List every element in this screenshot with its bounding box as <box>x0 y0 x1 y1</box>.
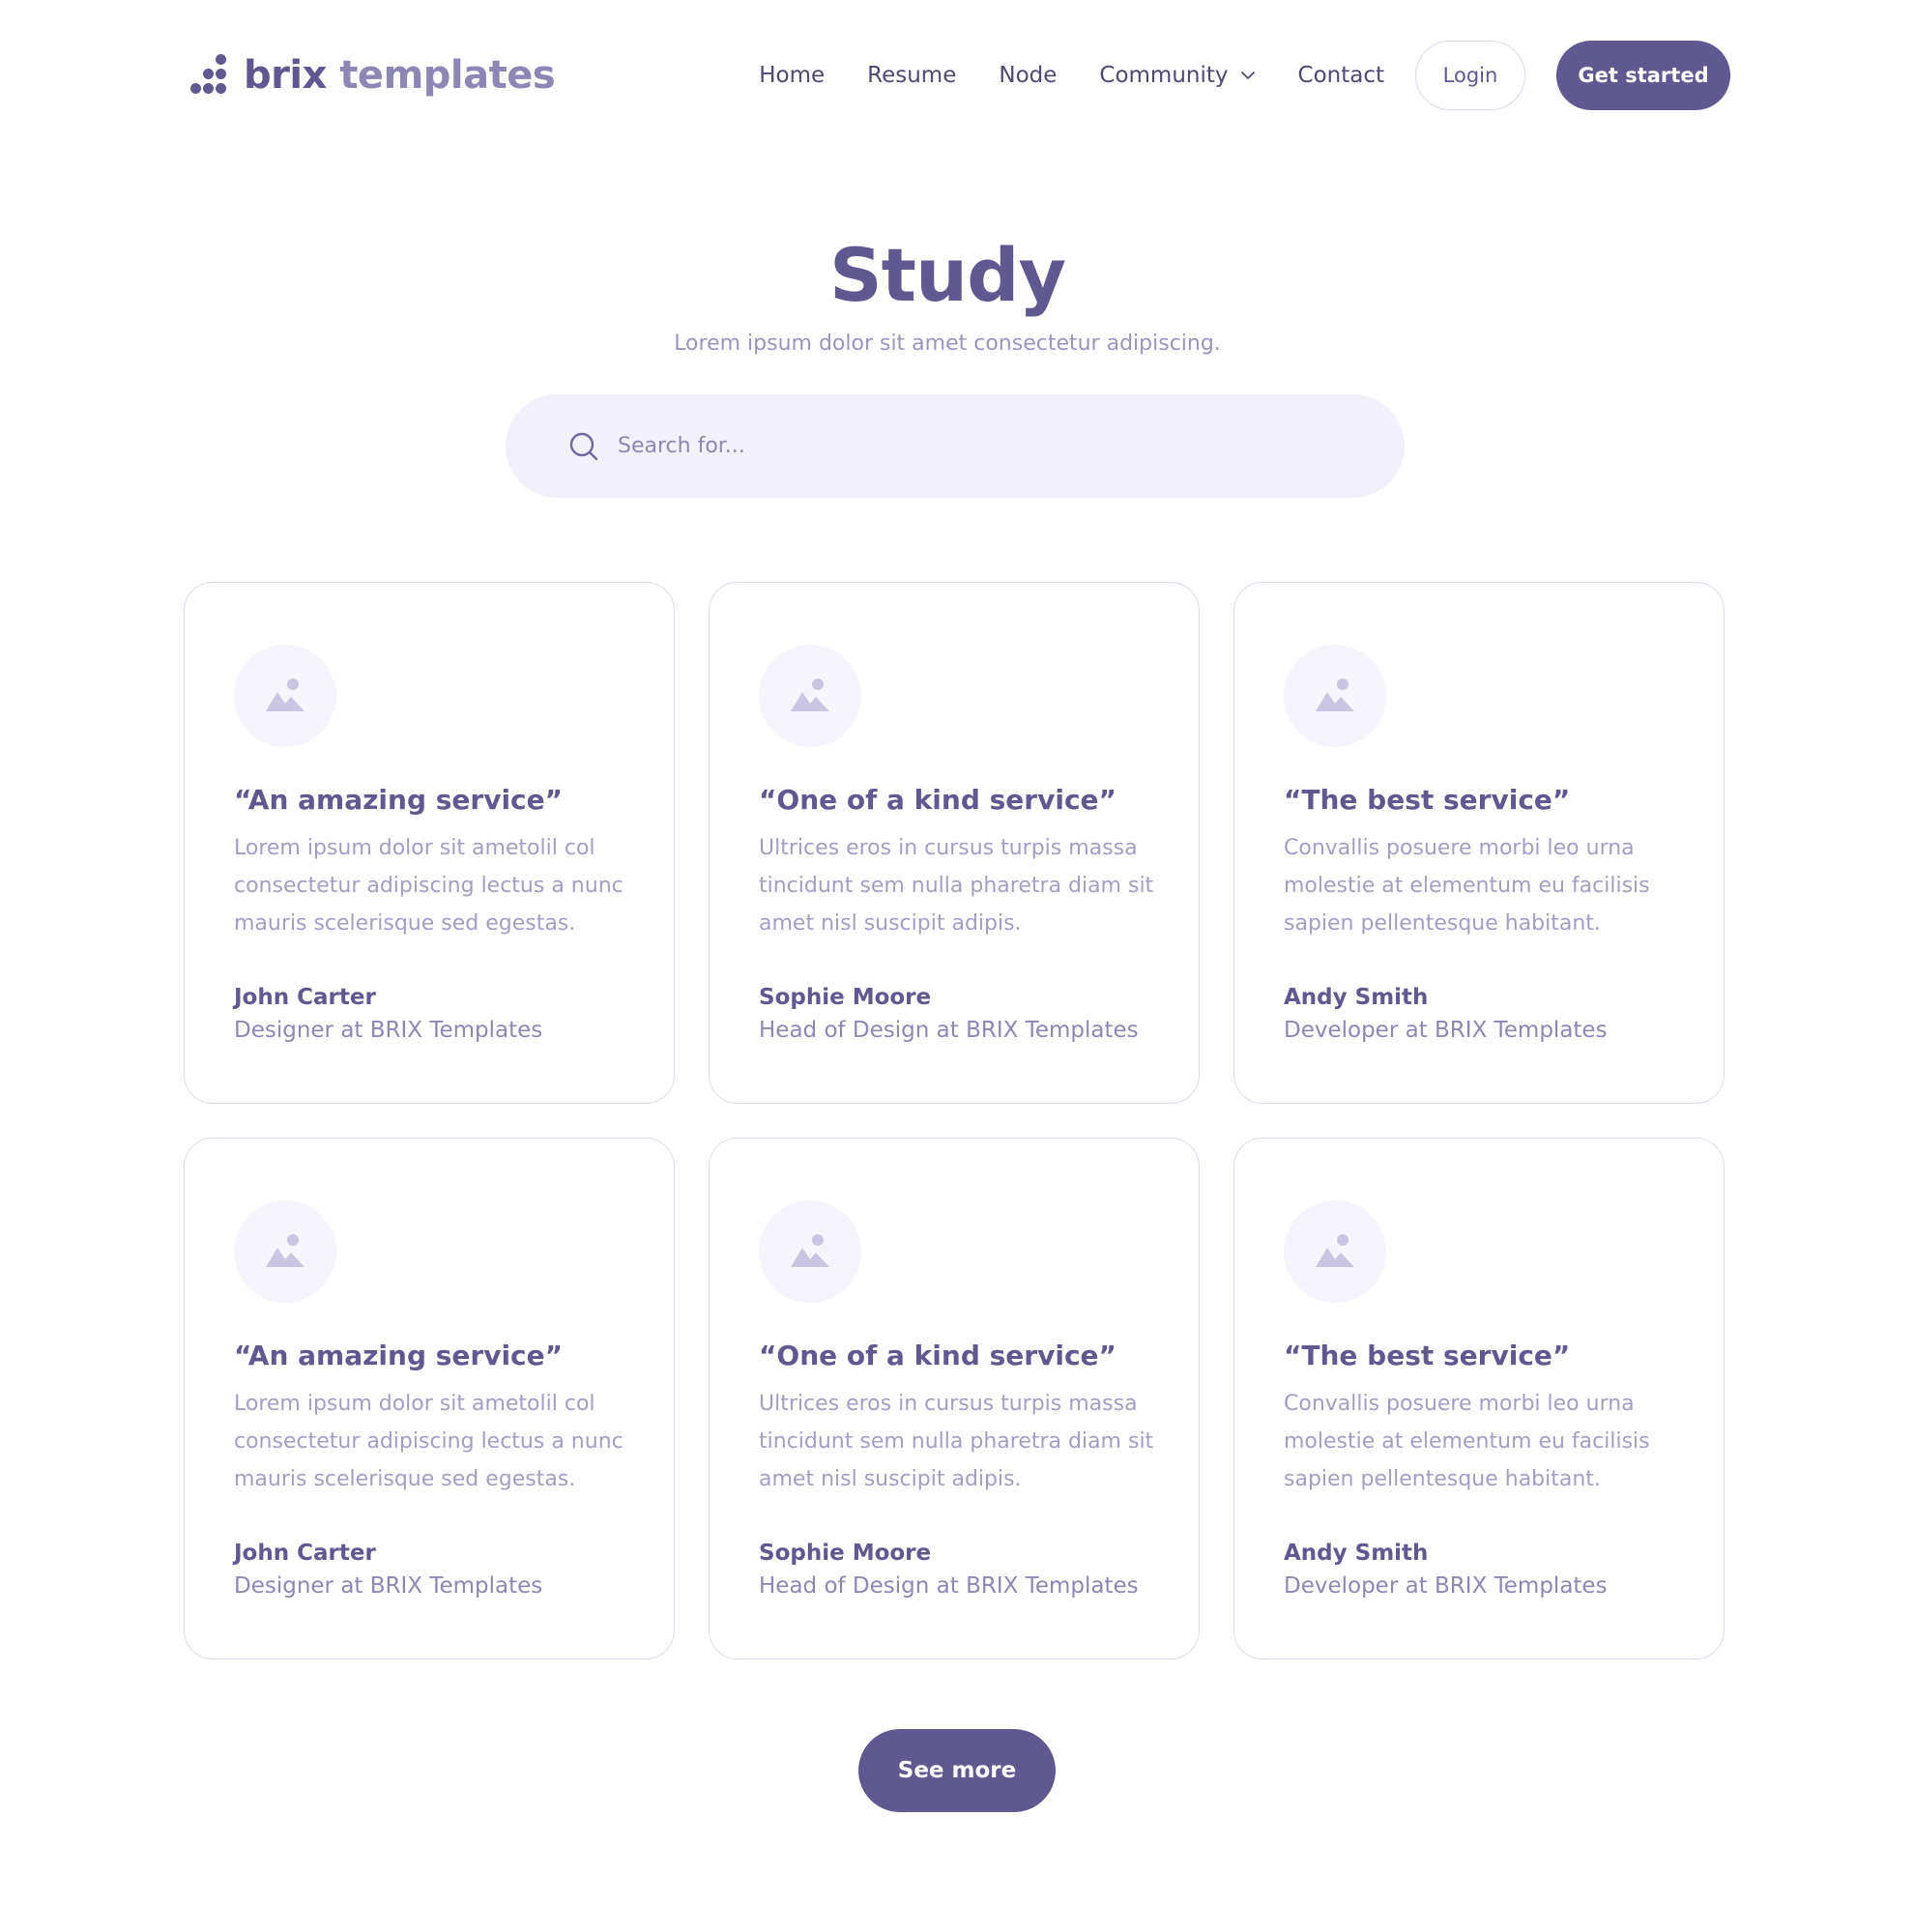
testimonial-card: “The best service” Convallis posuere mor… <box>1233 1138 1725 1659</box>
page: brix templates Home Resume Node Communit… <box>0 0 1914 1932</box>
card-title: “An amazing service” <box>234 784 564 816</box>
card-body: Convallis posuere morbi leo urna molesti… <box>1284 1392 1650 1491</box>
testimonial-card: “One of a kind service” Ultrices eros in… <box>709 582 1200 1104</box>
brand-logo[interactable]: brix templates <box>184 52 556 99</box>
testimonial-card: “An amazing service” Lorem ipsum dolor s… <box>184 1138 675 1659</box>
nav-community-dropdown[interactable]: Community <box>1099 63 1255 88</box>
site-header: brix templates Home Resume Node Communit… <box>184 41 1730 110</box>
nav-home-link[interactable]: Home <box>759 63 825 88</box>
card-title: “An amazing service” <box>234 1340 564 1371</box>
search-input[interactable] <box>618 434 1352 458</box>
author-role: Designer at BRIX Templates <box>234 1573 543 1599</box>
testimonial-card: “An amazing service” Lorem ipsum dolor s… <box>184 582 675 1104</box>
main-nav: Home Resume Node Community Contact Login… <box>759 41 1730 110</box>
avatar <box>1284 1200 1386 1303</box>
author-name: John Carter <box>234 1541 376 1566</box>
image-placeholder-icon <box>1316 678 1354 711</box>
logo-word-brix: brix <box>244 53 327 98</box>
image-placeholder-icon <box>266 1234 304 1267</box>
avatar <box>234 1200 336 1303</box>
testimonial-card: “One of a kind service” Ultrices eros in… <box>709 1138 1200 1659</box>
author-name: Sophie Moore <box>759 985 932 1010</box>
author-name: Sophie Moore <box>759 1541 932 1566</box>
logo-wordmark: brix templates <box>244 53 556 98</box>
chevron-down-icon <box>1240 72 1255 79</box>
logo-dots-icon <box>184 52 230 99</box>
author-name: John Carter <box>234 985 376 1010</box>
search-icon <box>569 432 598 460</box>
card-title: “One of a kind service” <box>759 1340 1116 1371</box>
card-body: Ultrices eros in cursus turpis massa tin… <box>759 836 1154 936</box>
card-body: Ultrices eros in cursus turpis massa tin… <box>759 1392 1154 1491</box>
image-placeholder-icon <box>1316 1234 1354 1267</box>
card-title: “One of a kind service” <box>759 784 1116 816</box>
author-name: Andy Smith <box>1284 985 1429 1010</box>
card-body: Convallis posuere morbi leo urna molesti… <box>1284 836 1650 936</box>
nav-community-label: Community <box>1099 63 1229 88</box>
nav-contact-link[interactable]: Contact <box>1298 63 1384 88</box>
author-role: Head of Design at BRIX Templates <box>759 1573 1139 1599</box>
image-placeholder-icon <box>791 678 829 711</box>
image-placeholder-icon <box>266 678 304 711</box>
author-role: Developer at BRIX Templates <box>1284 1018 1608 1043</box>
page-subtitle: Lorem ipsum dolor sit amet consectetur a… <box>674 332 1221 356</box>
card-title: “The best service” <box>1284 1340 1571 1371</box>
avatar <box>1284 645 1386 747</box>
page-title: Study <box>828 232 1066 318</box>
testimonial-card: “The best service” Convallis posuere mor… <box>1233 582 1725 1104</box>
author-role: Developer at BRIX Templates <box>1284 1573 1608 1599</box>
author-role: Head of Design at BRIX Templates <box>759 1018 1139 1043</box>
avatar <box>759 645 861 747</box>
search-bar[interactable] <box>506 394 1405 498</box>
see-more-button[interactable]: See more <box>858 1729 1056 1812</box>
nav-node-link[interactable]: Node <box>999 63 1057 88</box>
avatar <box>234 645 336 747</box>
author-role: Designer at BRIX Templates <box>234 1018 543 1043</box>
card-body: Lorem ipsum dolor sit ametolil col conse… <box>234 836 624 936</box>
avatar <box>759 1200 861 1303</box>
card-title: “The best service” <box>1284 784 1571 816</box>
image-placeholder-icon <box>791 1234 829 1267</box>
get-started-button[interactable]: Get started <box>1556 41 1730 110</box>
nav-resume-link[interactable]: Resume <box>867 63 956 88</box>
logo-word-templates: templates <box>339 53 556 98</box>
login-button[interactable]: Login <box>1415 41 1525 110</box>
author-name: Andy Smith <box>1284 1541 1429 1566</box>
card-body: Lorem ipsum dolor sit ametolil col conse… <box>234 1392 624 1491</box>
